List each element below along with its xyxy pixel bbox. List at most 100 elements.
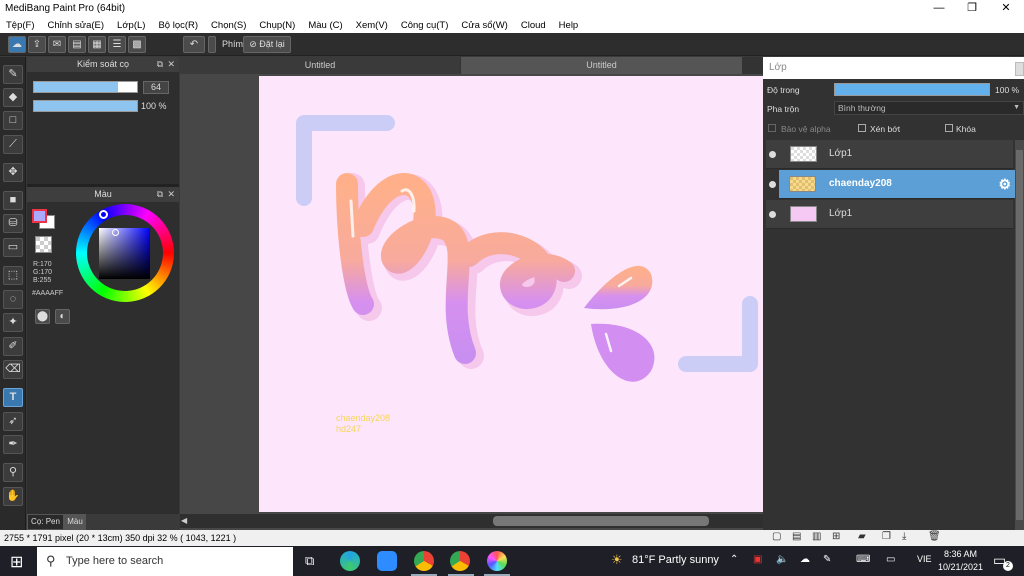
menu-cloud[interactable]: Cloud [521,20,546,31]
chrome-icon[interactable] [450,551,470,571]
menu-help[interactable]: Help [559,20,579,31]
tab-untitled-1[interactable]: Untitled [180,57,460,74]
share-icon[interactable]: ⇪ [28,36,46,53]
duplicate-icon[interactable]: ❐ [882,531,891,542]
menu-file[interactable]: Tệp(F) [6,20,35,31]
new-layer-icon[interactable]: ▢ [772,531,781,542]
pdf-icon[interactable]: ▣ [753,554,762,565]
display-icon[interactable]: ▭ [886,554,895,565]
visibility-icon[interactable] [769,151,776,158]
magic-wand-tool-icon[interactable]: ✦ [3,313,23,332]
layer-row[interactable]: Lớp1 [766,200,1013,229]
cloud-icon[interactable]: ☁ [8,36,26,53]
taskbar-search-box[interactable]: ⚲ Type here to search [37,547,293,576]
layer-opacity-slider[interactable] [834,83,990,96]
menu-color[interactable]: Màu (C) [308,20,342,31]
menu-tools[interactable]: Công cụ(T) [401,20,449,31]
dropper-tool-icon[interactable]: ✒ [3,435,23,454]
rect-tool-icon[interactable]: □ [3,111,23,130]
task-view-icon[interactable]: ⧉ [305,553,314,569]
sv-selector[interactable] [112,229,119,236]
eraser-tool-icon[interactable]: ◆ [3,88,23,107]
pen-tray-icon[interactable]: ✎ [823,554,831,565]
reset-button[interactable]: ⊘ Đặt lại [243,36,291,53]
grid-icon[interactable]: ▩ [128,36,146,53]
drawing-canvas[interactable]: chaenday208 hd247 [259,76,763,512]
tab-color[interactable]: Màu [64,514,86,530]
comment-icon[interactable]: ✉ [48,36,66,53]
menu-filter[interactable]: Bộ lọc(R) [158,20,198,31]
transparent-swatch[interactable] [35,236,52,253]
undock-icon[interactable]: ⧉ [157,57,163,72]
tab-untitled-2[interactable]: Untitled [461,57,742,74]
chevron-up-icon[interactable]: ⌃ [730,554,738,565]
menu-window[interactable]: Cửa sổ(W) [461,20,507,31]
hand-tool-icon[interactable]: ✋ [3,487,23,506]
brush-size-value[interactable]: 64 [143,81,169,94]
color-wheel[interactable] [76,204,174,302]
eyedropper-tool-icon[interactable]: ⚲ [3,463,23,482]
folder-icon[interactable]: ▰ [858,531,866,542]
medibang-icon[interactable] [487,551,507,571]
new-8bit-layer-icon[interactable]: ▥ [812,531,821,542]
keyboard-icon[interactable]: ⌨ [856,554,870,565]
layer-row[interactable]: chaenday208 ⚙ [779,170,1015,199]
windows-start-icon[interactable]: ⊞ [10,552,23,572]
brush-opacity-slider[interactable] [33,100,138,112]
gear-icon[interactable]: ⚙ [998,176,1011,193]
chrome-icon[interactable] [414,551,434,571]
add-layer-menu-icon[interactable]: ⊞ [832,531,840,542]
cloud-tray-icon[interactable]: ☁ [800,554,810,565]
list-icon[interactable]: ☰ [108,36,126,53]
saturation-value-square[interactable] [99,228,150,279]
line-tool-icon[interactable]: ⟋ [3,135,23,154]
lasso-tool-icon[interactable]: ◌ [3,290,23,309]
select-pen-tool-icon[interactable]: ✐ [3,337,23,356]
undock-icon[interactable]: ⧉ [157,187,163,202]
delete-layer-icon[interactable]: 🗑 [928,531,941,542]
panel-close-icon[interactable]: ✕ [167,57,175,72]
lock-checkbox[interactable] [945,124,953,132]
menu-view[interactable]: Xem(V) [356,20,388,31]
brush-size-slider[interactable] [33,81,138,93]
operation-tool-icon[interactable]: ➶ [3,412,23,431]
horizontal-scrollbar[interactable]: ◀ [180,514,763,528]
new-halftone-layer-icon[interactable]: ▤ [792,531,801,542]
edge-icon[interactable] [340,551,360,571]
protect-alpha-checkbox[interactable] [768,124,776,132]
layer-panel-scroll-handle[interactable] [1015,62,1024,76]
undo-icon[interactable]: ↶ [183,36,205,53]
color-history-icon[interactable]: ◐ [55,309,70,324]
zoom-icon[interactable] [377,551,397,571]
minimize-button[interactable]: — [922,0,956,17]
menu-snap[interactable]: Chụp(N) [259,20,295,31]
scrollbar-thumb[interactable] [493,516,709,526]
merge-down-icon[interactable]: ⤓ [902,531,906,542]
layer-row[interactable]: Lớp1 [766,140,1013,169]
select-eraser-tool-icon[interactable]: ⌫ [3,360,23,379]
clipping-checkbox[interactable] [858,124,866,132]
select-rect-tool-icon[interactable]: ⬚ [3,266,23,285]
panel-close-icon[interactable]: ✕ [167,187,175,202]
blend-mode-select[interactable]: Bình thường ▼ [834,101,1024,115]
primary-color-swatch[interactable] [32,209,47,223]
menu-layer[interactable]: Lớp(L) [117,20,145,31]
chat-icon[interactable]: ▤ [68,36,86,53]
visibility-icon[interactable] [769,181,776,188]
close-button[interactable]: ✕ [989,0,1023,17]
text-tool-icon[interactable]: T [3,388,23,407]
bucket-tool-icon[interactable]: ⛁ [3,214,23,233]
brush-tool-icon[interactable]: ✎ [3,65,23,84]
maximize-button[interactable]: ❐ [955,0,989,17]
fill-rect-tool-icon[interactable]: ■ [3,191,23,210]
move-tool-icon[interactable]: ✥ [3,163,23,182]
clock-date[interactable]: 10/21/2021 [938,562,983,572]
menu-select[interactable]: Chọn(S) [211,20,246,31]
gradient-tool-icon[interactable]: ▭ [3,238,23,257]
layer-list-scrollbar[interactable] [1015,140,1024,530]
document-icon[interactable]: ▦ [88,36,106,53]
menu-edit[interactable]: Chỉnh sửa(E) [48,20,105,31]
scroll-left-icon[interactable]: ◀ [181,516,187,525]
hue-selector[interactable] [99,210,108,219]
clock-time[interactable]: 8:36 AM [944,549,977,559]
